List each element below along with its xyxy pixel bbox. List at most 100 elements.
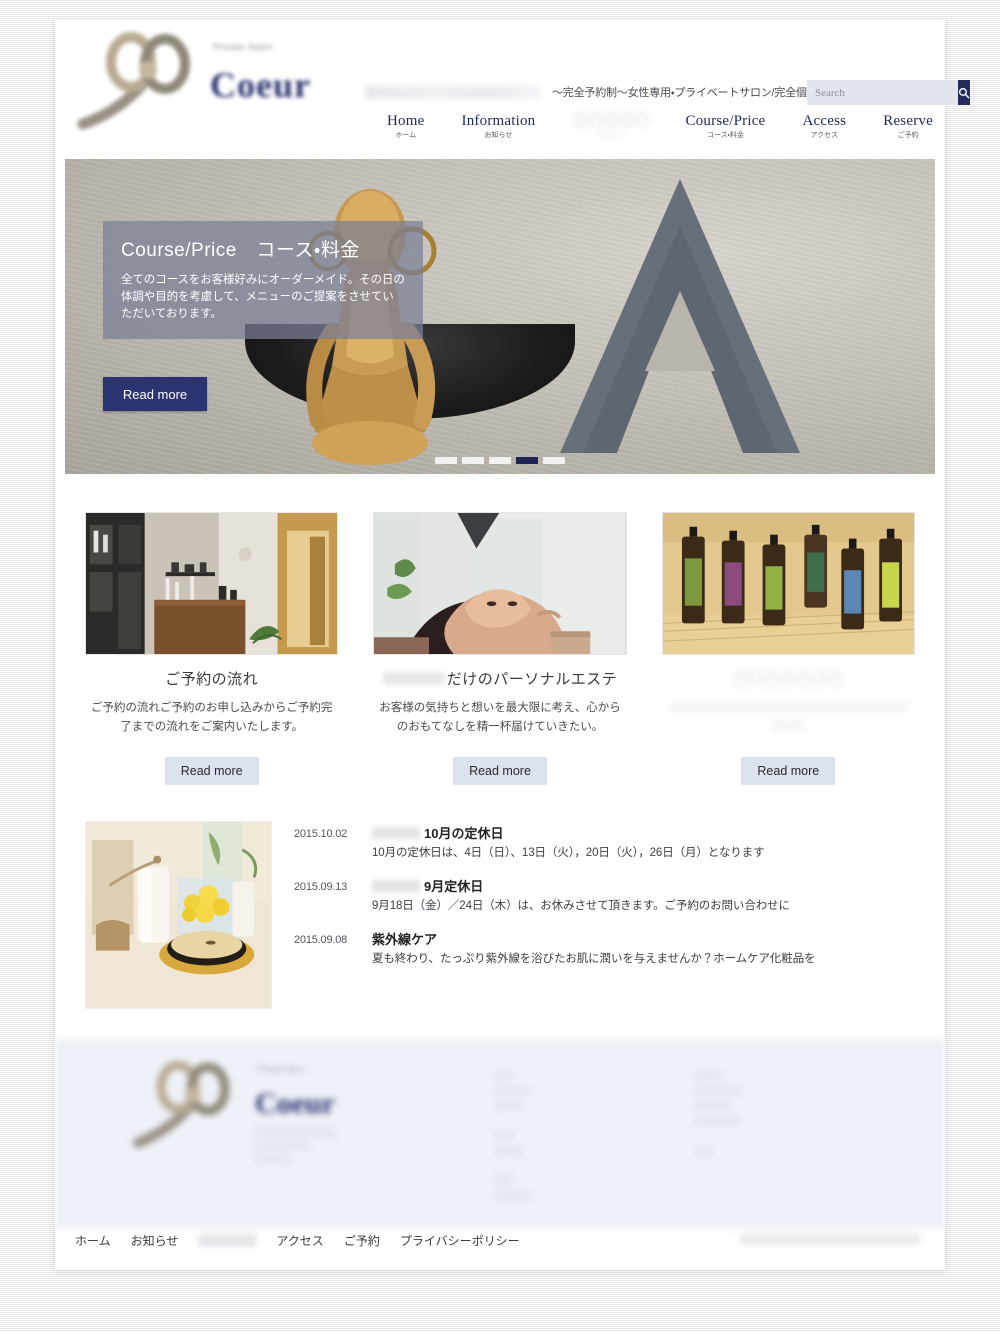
- site-logo[interactable]: Private Salon Coeur: [65, 26, 335, 134]
- bottom-right-redacted: [740, 1234, 920, 1245]
- card-image-facial-treatment[interactable]: [373, 512, 627, 655]
- spa-cosmetics-photo: [86, 822, 271, 1008]
- news-title-text: 10月の定休日: [424, 826, 504, 841]
- news-title: 紫外線ケア: [372, 932, 438, 947]
- redacted-category-mask: [372, 827, 420, 839]
- news-body: 紫外線ケア 夏も終わり、たっぷり紫外線を浴びたお肌に潤いを与えませんか？ホームケ…: [372, 931, 915, 968]
- hero-caption: Course/Price コース・料金 全てのコースをお客様好みにオーダーメイド…: [103, 221, 423, 339]
- site-header: Private Salon Coeur ～完全予約制～女性専用・プライベートサロ…: [55, 20, 970, 139]
- logo-wordmark: Coeur: [210, 65, 311, 105]
- key-ribbon-logo-icon: [77, 32, 190, 130]
- slider-dot-2[interactable]: [462, 457, 484, 464]
- redacted-category-mask: [372, 880, 420, 892]
- news-item[interactable]: 2015.09.13 9月定休日 9月18日（金）／24日（木）は、お休みさせて…: [294, 878, 915, 915]
- news-body: 9月定休日 9月18日（金）／24日（木）は、お休みさせて頂きます。ご予約のお問…: [372, 878, 915, 915]
- tagline-redacted-block: [365, 86, 540, 99]
- footer-key-ribbon-logo-icon: [133, 1061, 230, 1148]
- nav-item-course-price[interactable]: Course/Price コース・料金: [684, 113, 768, 141]
- footer-column-menu: 〇〇 〇〇〇〇 〇〇〇 〇〇 〇〇〇 〇〇 〇〇〇〇: [495, 1071, 532, 1201]
- bottom-nav-reserve[interactable]: ご予約: [344, 1232, 380, 1249]
- news-body: 10月の定休日 10月の定休日は、4日（日）、13日（火），20日（火），26日…: [372, 825, 915, 862]
- search-button[interactable]: [958, 80, 970, 105]
- nav-item-access[interactable]: Access アクセス: [800, 113, 848, 141]
- news-item[interactable]: 2015.10.02 10月の定休日 10月の定休日は、4日（日）、13日（火）…: [294, 825, 915, 862]
- news-title: 9月定休日: [372, 878, 915, 895]
- card-read-more-button[interactable]: Read more: [164, 757, 259, 785]
- slider-dot-1[interactable]: [435, 457, 457, 464]
- nav-label-en: Information: [461, 113, 536, 129]
- site-tagline: ～完全予約制～女性専用・プライベートサロン/完全個室: [552, 87, 818, 99]
- nav-label-en: Course/Price: [685, 113, 766, 129]
- nav-label-jp: ご予約: [897, 132, 919, 139]
- card-title: ご予約の流れ: [165, 671, 259, 688]
- hero-slider[interactable]: Course/Price コース・料金 全てのコースをお客様好みにオーダーメイド…: [65, 159, 935, 474]
- redacted-name-mask: [382, 672, 445, 685]
- nav-item-information[interactable]: Information お知らせ: [460, 113, 538, 141]
- site-page: Private Salon Coeur ～完全予約制～女性専用・プライベートサロ…: [55, 20, 970, 1270]
- essential-oil-bottles-photo: [662, 513, 914, 654]
- news-date: 2015.09.13: [294, 881, 348, 893]
- search-box: [807, 80, 970, 105]
- news-date: 2015.09.08: [294, 934, 348, 946]
- nav-item-home[interactable]: Home ホーム: [385, 113, 426, 141]
- news-date: 2015.10.02: [294, 828, 348, 840]
- footer-column-links: 〇〇〇 〇〇〇〇〇 〇〇〇〇 〇〇〇〇〇 〇〇: [695, 1071, 741, 1156]
- slider-pagination: [435, 457, 565, 464]
- news-item[interactable]: 2015.09.08 紫外線ケア 夏も終わり、たっぷり紫外線を浴びたお肌に潤いを…: [294, 931, 915, 968]
- bottom-nav-information[interactable]: お知らせ: [131, 1232, 179, 1249]
- footer-address: 〇〇〇〇〇〇〇〇〇 〇〇〇〇〇〇 〇〇〇〇: [255, 1128, 337, 1164]
- news-thumbnail[interactable]: [85, 821, 272, 1009]
- news-excerpt: 10月の定休日は、4日（日）、13日（火），20日（火），26日（月）となります: [372, 847, 765, 859]
- search-input[interactable]: [807, 80, 958, 105]
- news-excerpt: 9月18日（金）／24日（木）は、お休みさせて頂きます。ご予約のお問い合わせに: [372, 900, 790, 912]
- nav-label-jp: アクセス: [810, 132, 839, 139]
- footer-logo-subtitle: Private Salon: [257, 1065, 305, 1074]
- nav-item-reserve[interactable]: Reserve ご予約: [881, 113, 935, 141]
- feature-card-redacted: 〇〇〇〇〇〇〇 〇〇〇〇〇〇〇〇〇〇〇〇〇〇〇〇〇〇〇〇〇〇〇〇 Read mo…: [661, 512, 915, 785]
- salon-reception-photo: [86, 513, 338, 654]
- nav-label-jp: お知らせ: [484, 132, 513, 139]
- nav-label-en: Home: [387, 113, 425, 129]
- card-button-wrap: Read more: [85, 757, 338, 785]
- slider-dot-4-active[interactable]: [516, 457, 538, 464]
- news-excerpt: 夏も終わり、たっぷり紫外線を浴びたお肌に潤いを与えませんか？ホームケア化粧品を: [372, 953, 816, 965]
- slider-dot-5[interactable]: [543, 457, 565, 464]
- card-image-salon-reception[interactable]: [85, 512, 339, 655]
- nav-label-jp: 〇〇〇〇: [596, 132, 625, 139]
- letter-a-sculpture: [560, 179, 800, 453]
- bottom-navigation: ホーム お知らせ アクセス ご予約 プライバシーポリシー: [55, 1210, 945, 1270]
- card-image-essential-oils[interactable]: [661, 512, 915, 655]
- slider-dot-3[interactable]: [489, 457, 511, 464]
- nav-label-en: 〇〇〇〇〇: [572, 113, 649, 129]
- nav-item-redacted[interactable]: 〇〇〇〇〇 〇〇〇〇: [570, 113, 650, 141]
- card-read-more-button[interactable]: Read more: [453, 757, 547, 785]
- nav-label-jp: コース・料金: [706, 132, 744, 139]
- news-title-text: 9月定休日: [424, 879, 484, 894]
- feature-card-reservation-flow: ご予約の流れ ご予約の流れご予約のお申し込みからご予約完了までの流れをご案内いた…: [85, 512, 339, 785]
- card-title: だけのパーソナルエステ: [373, 668, 626, 689]
- nav-label-en: Reserve: [883, 113, 933, 129]
- card-title: 〇〇〇〇〇〇〇: [734, 671, 843, 688]
- main-navigation: Home ホーム Information お知らせ 〇〇〇〇〇 〇〇〇〇 Cou…: [385, 113, 935, 145]
- site-footer: Private Salon Coeur 〇〇〇〇〇〇〇〇〇 〇〇〇〇〇〇 〇〇〇〇 …: [55, 1039, 945, 1229]
- card-button-wrap: Read more: [662, 757, 915, 785]
- hero-description: 全てのコースをお客様好みにオーダーメイド。その日の体調や目的を考慮して、メニュー…: [121, 274, 405, 320]
- hero-title: Course/Price コース・料金: [121, 240, 360, 261]
- logo-subtitle: Private Salon: [213, 42, 274, 52]
- bottom-nav-privacy-policy[interactable]: プライバシーポリシー: [400, 1232, 520, 1249]
- bottom-nav-redacted[interactable]: [198, 1233, 257, 1247]
- news-section: 2015.10.02 10月の定休日 10月の定休日は、4日（日）、13日（火）…: [55, 785, 945, 1009]
- news-list: 2015.10.02 10月の定休日 10月の定休日は、4日（日）、13日（火）…: [294, 821, 915, 1009]
- hero-read-more-button[interactable]: Read more: [103, 377, 207, 411]
- card-description: 〇〇〇〇〇〇〇〇〇〇〇〇〇〇〇〇〇〇〇〇〇〇〇〇: [667, 702, 910, 733]
- search-icon: [958, 87, 970, 98]
- card-description: ご予約の流れご予約のお申し込みからご予約完了までの流れをご案内いたします。: [90, 702, 333, 733]
- bottom-nav-access[interactable]: アクセス: [276, 1232, 323, 1249]
- card-button-wrap: Read more: [373, 757, 626, 785]
- nav-label-jp: ホーム: [395, 132, 417, 139]
- card-read-more-button[interactable]: Read more: [741, 757, 836, 785]
- feature-cards: ご予約の流れ ご予約の流れご予約のお申し込みからご予約完了までの流れをご案内いた…: [55, 474, 945, 785]
- card-description: お客様の気持ちと想いを最大限に考え、心からのおもてなしを精一杯届けていきたい。: [379, 702, 621, 733]
- facial-treatment-photo: [374, 513, 626, 654]
- bottom-nav-home[interactable]: ホーム: [75, 1232, 111, 1249]
